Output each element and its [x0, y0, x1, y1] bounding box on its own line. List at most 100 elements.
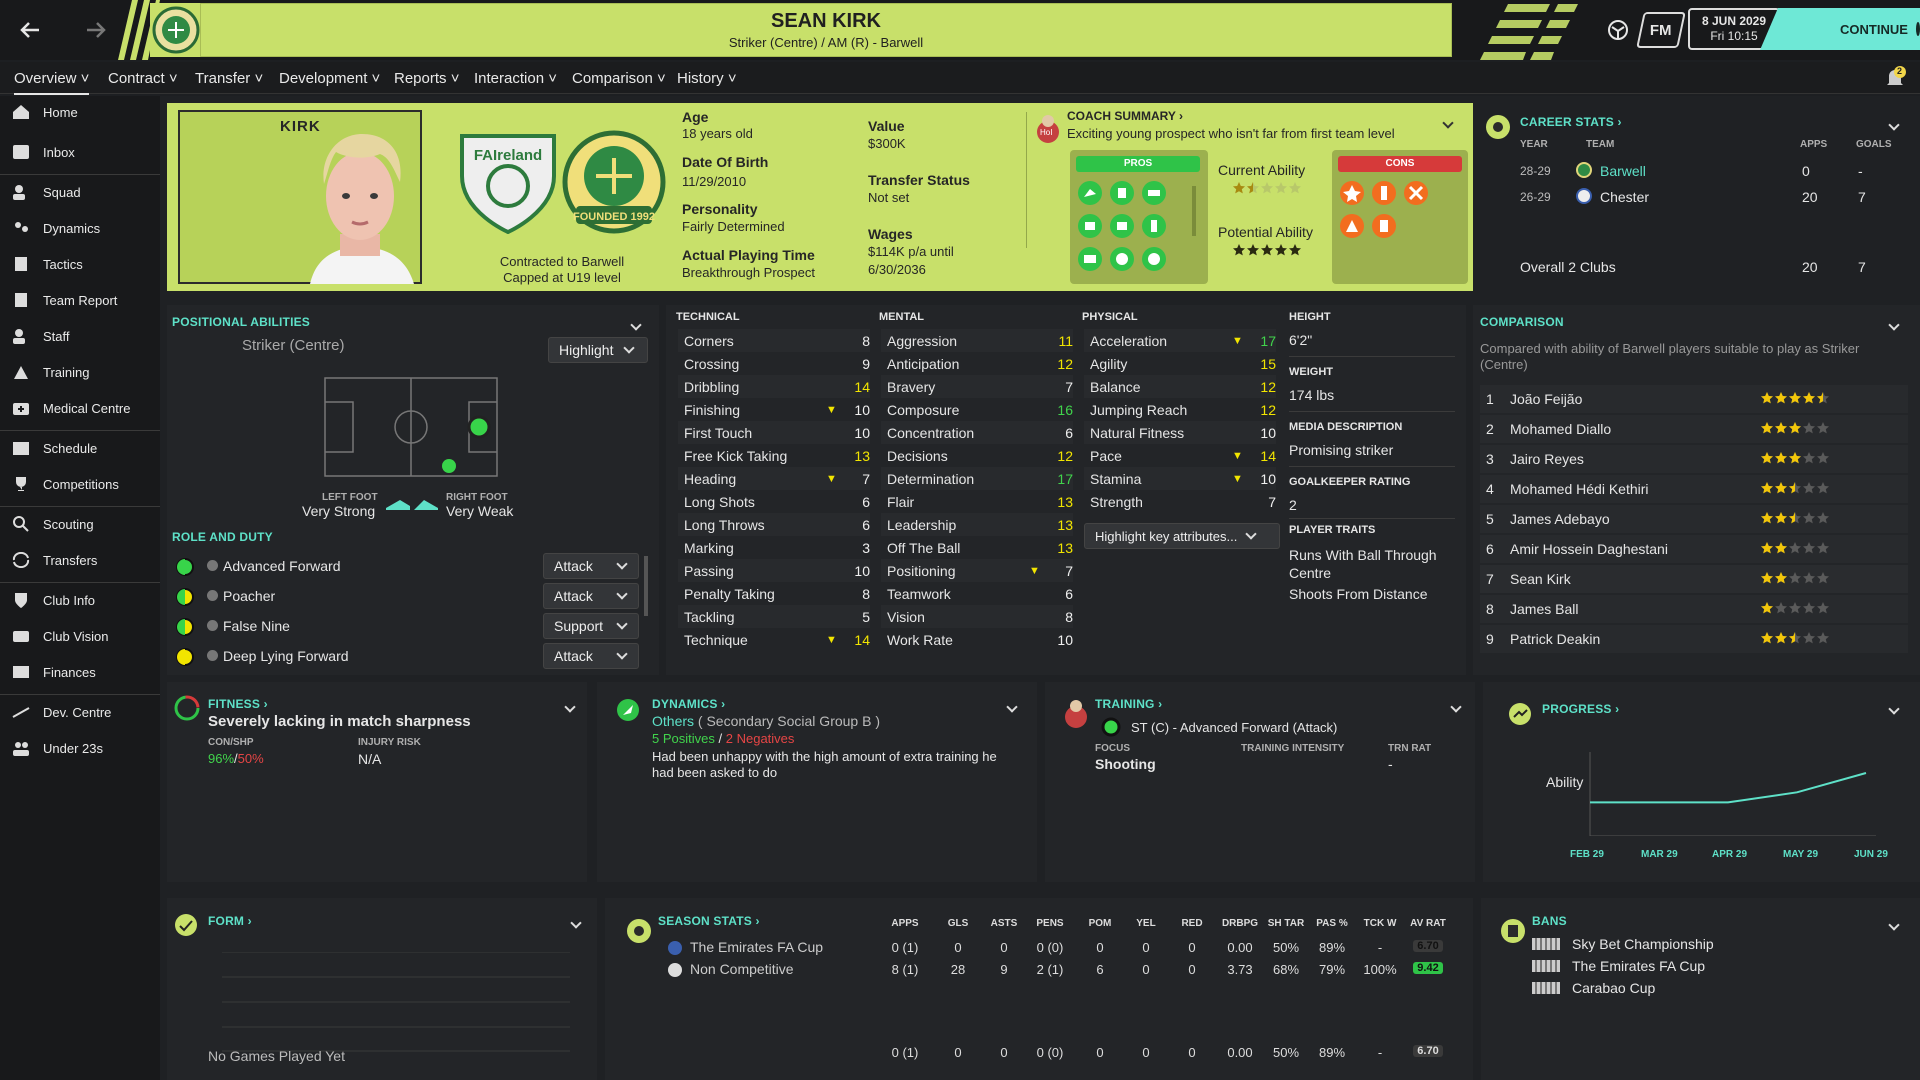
attribute-row[interactable]: Pace ▼ 14 [1084, 444, 1276, 467]
competition-name[interactable]: The Emirates FA Cup [690, 939, 823, 955]
menu-overview[interactable]: Overview ˅ [14, 70, 90, 95]
attribute-row[interactable]: Agility 15 [1084, 352, 1276, 375]
attribute-row[interactable]: Marking 3 [678, 536, 870, 559]
attribute-row[interactable]: Anticipation 12 [881, 352, 1073, 375]
attribute-row[interactable]: First Touch 10 [678, 421, 870, 444]
sidebar-item-transfers[interactable]: Transfers [0, 544, 160, 576]
highlight-key-attributes-dropdown[interactable]: Highlight key attributes... [1084, 523, 1280, 549]
sidebar-item-schedule[interactable]: Schedule [0, 432, 160, 464]
menu-contract[interactable]: Contract ˅ [108, 70, 178, 87]
attribute-row[interactable]: Composure 16 [881, 398, 1073, 421]
globe-ball-icon[interactable] [1606, 18, 1630, 42]
sidebar-item-club-vision[interactable]: Club Vision [0, 620, 160, 652]
sidebar-item-under-23s[interactable]: Under 23s [0, 732, 160, 764]
menu-transfer[interactable]: Transfer ˅ [195, 70, 263, 87]
attribute-row[interactable]: Strength 7 [1084, 490, 1276, 513]
role-name[interactable]: Poacher [223, 588, 275, 604]
duty-dropdown[interactable]: Support [543, 613, 639, 639]
comparison-row[interactable]: 3 Jairo Reyes [1480, 445, 1908, 473]
attribute-row[interactable]: Positioning ▼ 7 [881, 559, 1073, 582]
info-icon[interactable] [207, 590, 218, 601]
info-icon[interactable] [207, 650, 218, 661]
duty-dropdown[interactable]: Attack [543, 553, 639, 579]
training-title[interactable]: TRAINING › [1095, 697, 1162, 711]
attribute-row[interactable]: Aggression 11 [881, 329, 1073, 352]
notification-bell-icon[interactable]: 2 [1884, 66, 1906, 90]
career-team-link[interactable]: Barwell [1600, 163, 1646, 179]
comparison-row[interactable]: 6 Amir Hossein Daghestani [1480, 535, 1908, 563]
highlight-dropdown[interactable]: Highlight [548, 337, 648, 363]
progress-expand-chevron[interactable] [1888, 700, 1900, 716]
career-stats-title[interactable]: CAREER STATS › [1520, 115, 1622, 129]
season-stats-title[interactable]: SEASON STATS › [658, 914, 760, 928]
comparison-row[interactable]: 4 Mohamed Hédi Kethiri [1480, 475, 1908, 503]
attribute-row[interactable]: Crossing 9 [678, 352, 870, 375]
comparison-expand-chevron[interactable] [1888, 316, 1900, 332]
attribute-row[interactable]: Acceleration ▼ 17 [1084, 329, 1276, 352]
menu-comparison[interactable]: Comparison ˅ [572, 70, 666, 87]
progress-title[interactable]: PROGRESS › [1542, 702, 1619, 716]
menu-interaction[interactable]: Interaction ˅ [474, 70, 557, 87]
career-team-link[interactable]: Chester [1600, 189, 1649, 205]
attribute-row[interactable]: Heading ▼ 7 [678, 467, 870, 490]
attribute-row[interactable]: Free Kick Taking 13 [678, 444, 870, 467]
attribute-row[interactable]: Leadership 13 [881, 513, 1073, 536]
duty-dropdown[interactable]: Attack [543, 583, 639, 609]
club-badge-icon[interactable] [150, 3, 202, 57]
coach-expand-chevron[interactable] [1442, 114, 1454, 130]
attribute-row[interactable]: Tackling 5 [678, 605, 870, 628]
sidebar-item-home[interactable]: Home [0, 96, 160, 128]
attribute-row[interactable]: Stamina ▼ 10 [1084, 467, 1276, 490]
attribute-row[interactable]: Flair 13 [881, 490, 1073, 513]
dynamics-title[interactable]: DYNAMICS › [652, 697, 725, 711]
sidebar-item-squad[interactable]: Squad [0, 176, 160, 208]
forward-arrow-icon[interactable] [78, 12, 114, 48]
attribute-row[interactable]: Natural Fitness 10 [1084, 421, 1276, 444]
comparison-row[interactable]: 2 Mohamed Diallo [1480, 415, 1908, 443]
social-group-link[interactable]: Others [652, 713, 694, 729]
sidebar-item-staff[interactable]: Staff [0, 320, 160, 352]
sidebar-item-dynamics[interactable]: Dynamics [0, 212, 160, 244]
role-name[interactable]: Deep Lying Forward [223, 648, 349, 664]
attribute-row[interactable]: Jumping Reach 12 [1084, 398, 1276, 421]
comparison-row[interactable]: 5 James Adebayo [1480, 505, 1908, 533]
sidebar-item-team-report[interactable]: Team Report [0, 284, 160, 316]
attribute-row[interactable]: Finishing ▼ 10 [678, 398, 870, 421]
attribute-row[interactable]: Vision 8 [881, 605, 1073, 628]
sidebar-item-scouting[interactable]: Scouting [0, 508, 160, 540]
attribute-row[interactable]: Long Shots 6 [678, 490, 870, 513]
sidebar-item-tactics[interactable]: Tactics [0, 248, 160, 280]
fitness-title[interactable]: FITNESS › [208, 697, 268, 711]
sidebar-item-training[interactable]: Training [0, 356, 160, 388]
fm-button[interactable]: FM [1636, 12, 1686, 48]
attribute-row[interactable]: Long Throws 6 [678, 513, 870, 536]
attribute-row[interactable]: Decisions 12 [881, 444, 1073, 467]
competition-name[interactable]: Non Competitive [690, 961, 794, 977]
attribute-row[interactable]: Corners 8 [678, 329, 870, 352]
comparison-row[interactable]: 8 James Ball [1480, 595, 1908, 623]
bans-expand-chevron[interactable] [1888, 916, 1900, 932]
duty-dropdown[interactable]: Attack [543, 643, 639, 669]
comparison-row[interactable]: 7 Sean Kirk [1480, 565, 1908, 593]
comparison-row[interactable]: 9 Patrick Deakin [1480, 625, 1908, 653]
attribute-row[interactable]: Teamwork 6 [881, 582, 1073, 605]
continue-button[interactable]: CONTINUE [1778, 8, 1920, 50]
sidebar-item-inbox[interactable]: Inbox [0, 136, 160, 168]
back-arrow-icon[interactable] [12, 12, 48, 48]
attribute-row[interactable]: Concentration 6 [881, 421, 1073, 444]
form-expand-chevron[interactable] [570, 914, 582, 930]
role-name[interactable]: False Nine [223, 618, 290, 634]
attribute-row[interactable]: Off The Ball 13 [881, 536, 1073, 559]
training-expand-chevron[interactable] [1450, 698, 1462, 714]
attribute-row[interactable]: Bravery 7 [881, 375, 1073, 398]
info-icon[interactable] [207, 560, 218, 571]
comparison-row[interactable]: 1 João Feijão [1480, 385, 1908, 413]
fitness-expand-chevron[interactable] [564, 698, 576, 714]
attribute-row[interactable]: Work Rate 10 [881, 628, 1073, 651]
career-expand-chevron[interactable] [1888, 116, 1900, 132]
sidebar-item-dev-centre[interactable]: Dev. Centre [0, 696, 160, 728]
sidebar-item-competitions[interactable]: Competitions [0, 468, 160, 500]
scrollbar[interactable] [644, 556, 648, 616]
info-icon[interactable] [207, 620, 218, 631]
dynamics-expand-chevron[interactable] [1006, 698, 1018, 714]
